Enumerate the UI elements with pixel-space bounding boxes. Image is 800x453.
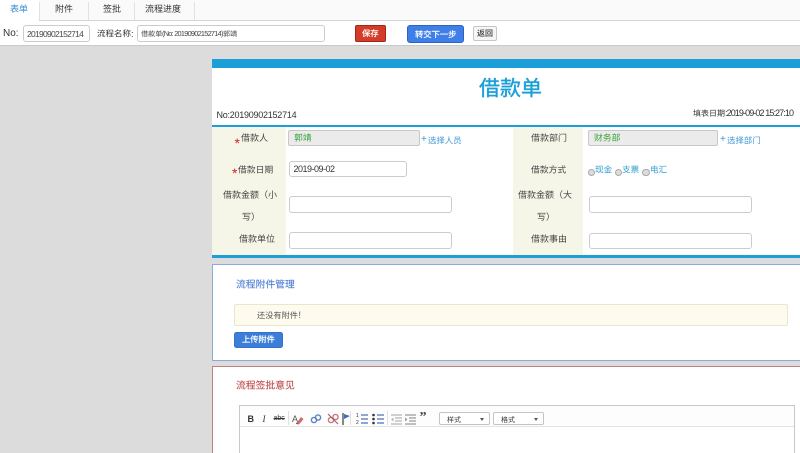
svg-text:1: 1 <box>356 413 359 419</box>
svg-text:2: 2 <box>356 420 359 425</box>
